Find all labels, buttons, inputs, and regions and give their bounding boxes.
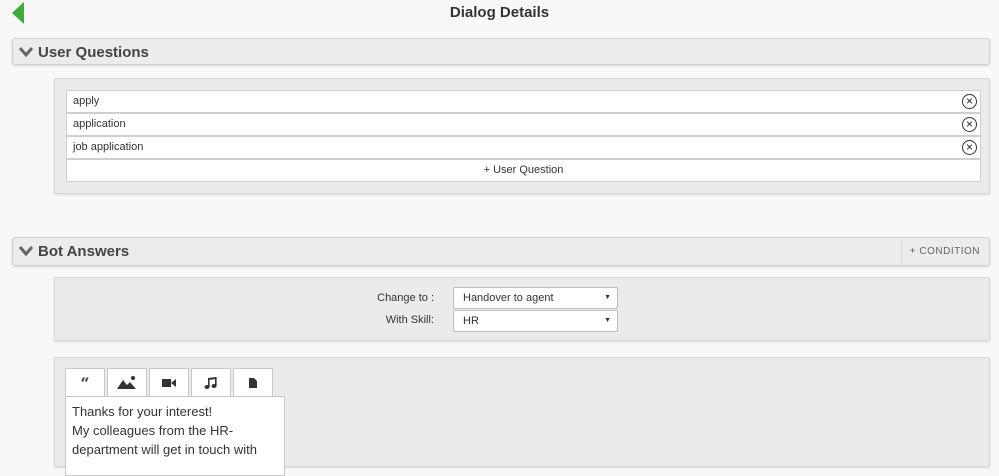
user-question-text: application [73, 118, 126, 130]
tab-audio[interactable] [191, 368, 231, 397]
add-condition-button[interactable]: + CONDITION [900, 240, 988, 264]
file-icon [249, 378, 257, 388]
tab-text[interactable]: “ [65, 368, 105, 397]
answer-line: My colleagues from the HR- [72, 423, 234, 438]
add-user-question-button[interactable]: + User Question [66, 159, 981, 182]
skill-select[interactable]: HR ▼ [453, 310, 618, 332]
tab-video[interactable] [149, 368, 189, 397]
remove-circle-icon[interactable]: × [962, 140, 977, 155]
remove-circle-icon[interactable]: × [962, 94, 977, 109]
user-question-row[interactable]: apply × [66, 90, 981, 113]
tab-file[interactable] [233, 368, 273, 397]
dropdown-arrow-icon: ▼ [604, 317, 611, 324]
video-icon [162, 379, 176, 387]
user-question-text: job application [73, 141, 144, 153]
bot-answers-header[interactable]: Bot Answers + CONDITION [12, 237, 990, 266]
handover-panel: Change to : Handover to agent ▼ With Ski… [54, 277, 990, 341]
answer-text-editor[interactable]: Thanks for your interest! My colleagues … [65, 396, 285, 476]
user-question-text: apply [73, 95, 100, 107]
with-skill-label: With Skill: [385, 314, 434, 326]
skill-value: HR [463, 315, 479, 327]
tab-image[interactable] [107, 368, 147, 397]
image-icon [117, 376, 136, 389]
section-title-user-questions: User Questions [38, 44, 149, 61]
user-question-row[interactable]: application × [66, 113, 981, 136]
remove-circle-icon[interactable]: × [962, 117, 977, 132]
music-icon [204, 377, 217, 389]
section-title-bot-answers: Bot Answers [38, 243, 130, 260]
header: Dialog Details [0, 0, 999, 26]
user-question-row[interactable]: job application × [66, 136, 981, 159]
change-to-value: Handover to agent [463, 292, 554, 304]
quote-icon: “ [80, 373, 90, 393]
change-to-select[interactable]: Handover to agent ▼ [453, 287, 618, 309]
user-questions-panel: apply × application × job application × … [54, 78, 990, 194]
answer-panel: “ Thanks for your interest! My colleague… [54, 357, 990, 476]
answer-line: Thanks for your interest! [72, 404, 213, 419]
page-title: Dialog Details [449, 4, 550, 21]
answer-line: department will get in touch with [72, 442, 257, 457]
change-to-label: Change to : [377, 292, 434, 304]
chevron-down-icon[interactable] [18, 244, 34, 258]
user-questions-header[interactable]: User Questions [12, 38, 990, 65]
dropdown-arrow-icon: ▼ [604, 294, 611, 301]
chevron-down-icon[interactable] [18, 45, 34, 59]
